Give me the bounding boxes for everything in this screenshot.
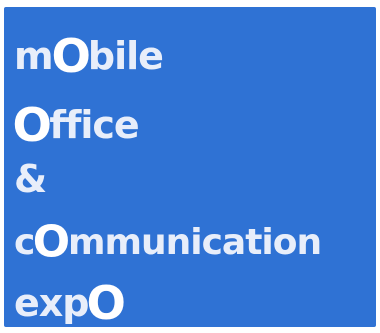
logo-text: bile — [87, 34, 164, 78]
logo-highlight-letter: O — [51, 29, 90, 83]
logo-text: & — [14, 157, 48, 201]
logo-line-ampersand: & — [14, 160, 47, 198]
logo-highlight-letter: O — [12, 98, 52, 152]
logo-text: m — [14, 34, 54, 78]
logo-text: c — [14, 222, 35, 263]
logo-text: exp — [14, 281, 89, 325]
logo-line-communication: c Ommunication — [14, 220, 322, 264]
logo-panel: m Obile Office & c Ommunication exp O — [4, 7, 376, 327]
logo-line-expo: exp O — [14, 280, 126, 326]
logo-text: ffice — [49, 103, 139, 147]
logo-highlight-letter: O — [87, 276, 126, 327]
logo-line-mobile: m Obile — [14, 33, 164, 79]
logo-highlight-letter: O — [33, 217, 70, 268]
logo-line-office: Office — [13, 102, 140, 148]
logo-text: mmunication — [67, 222, 322, 263]
